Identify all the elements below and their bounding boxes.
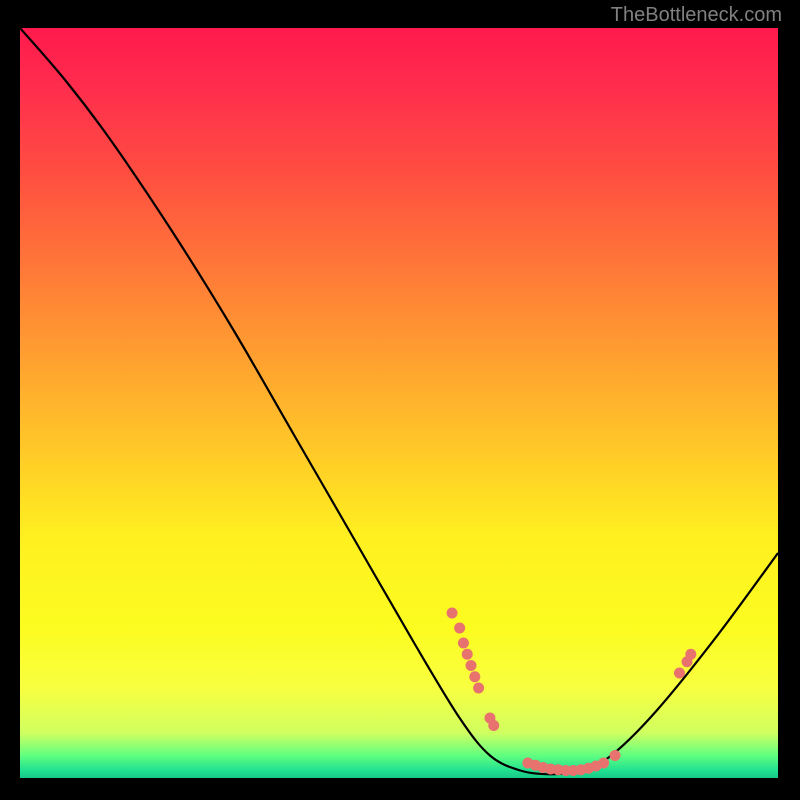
data-marker <box>473 683 484 694</box>
data-marker <box>454 623 465 634</box>
data-marker <box>466 660 477 671</box>
data-marker <box>447 608 458 619</box>
data-marker <box>488 720 499 731</box>
attribution-text: TheBottleneck.com <box>611 4 782 27</box>
data-marker <box>610 750 621 761</box>
chart-svg <box>20 28 778 778</box>
data-marker <box>462 649 473 660</box>
data-marker <box>598 758 609 769</box>
data-marker <box>674 668 685 679</box>
data-marker <box>469 671 480 682</box>
data-marker <box>685 649 696 660</box>
bottleneck-curve <box>20 28 778 774</box>
chart-plot-area <box>20 28 778 778</box>
data-marker <box>458 638 469 649</box>
